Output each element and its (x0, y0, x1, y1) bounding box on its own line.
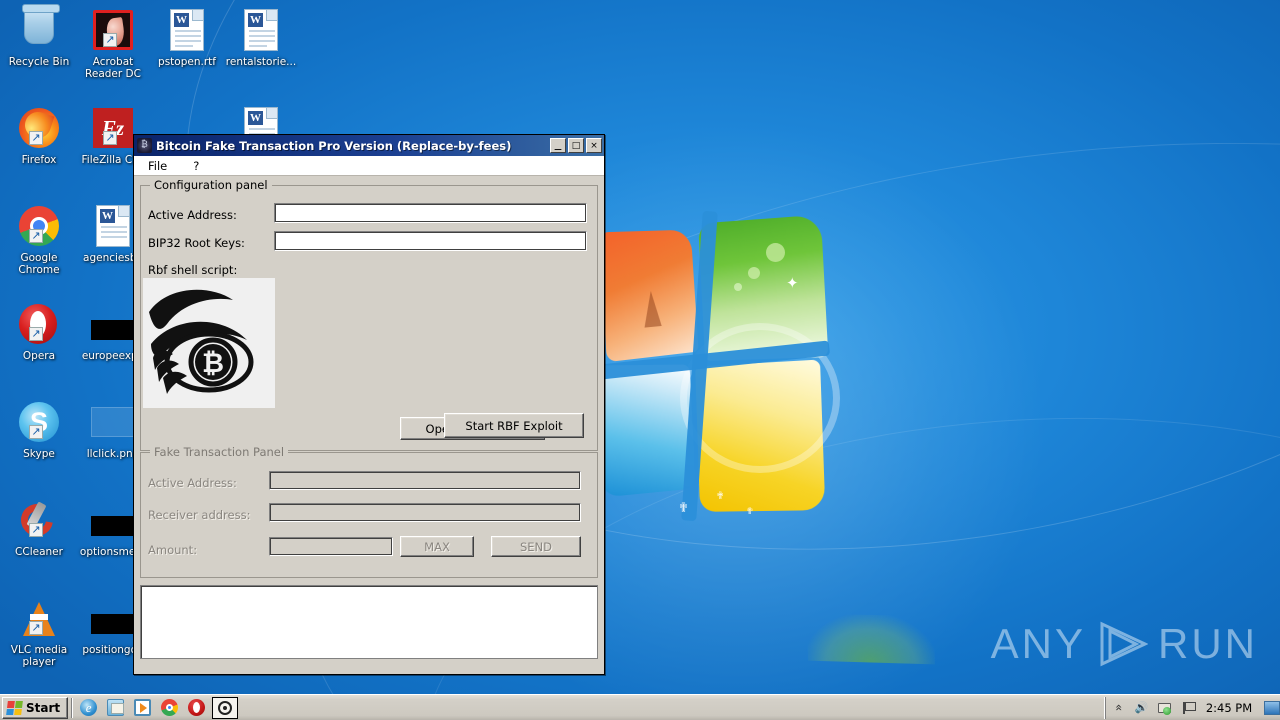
volume-icon[interactable] (1134, 700, 1149, 715)
shortcut-arrow-icon: ↗ (29, 131, 43, 145)
windows-explorer-icon[interactable] (107, 699, 125, 716)
desktop-icon-acrobat-reader-dc[interactable]: ↗ Acrobat Reader DC (76, 6, 150, 80)
shortcut-arrow-icon: ↗ (29, 621, 43, 635)
windows-logo-wallpaper: ✦ ✟ ✟ ✟ (589, 210, 936, 665)
window-titlebar[interactable]: Bitcoin Fake Transaction Pro Version (Re… (134, 135, 604, 156)
vlc-icon: ↗ (2, 594, 76, 642)
menu-item-help[interactable]: ? (193, 159, 199, 173)
menu-item-file[interactable]: File (148, 159, 167, 173)
config-bip32-input[interactable] (274, 231, 587, 251)
quick-launch-bar (76, 699, 206, 716)
start-rbf-exploit-button[interactable]: Start RBF Exploit (444, 413, 584, 438)
bitcoin-fake-transaction-window[interactable]: Bitcoin Fake Transaction Pro Version (Re… (133, 134, 605, 675)
google-chrome-icon[interactable] (161, 699, 179, 716)
desktop-icon-pstopen-rtf[interactable]: W pstopen.rtf (150, 6, 224, 68)
desktop-icon-label: Opera (22, 350, 56, 362)
desktop-icon-label: pstopen.rtf (158, 56, 216, 68)
system-tray: 2:45 PM (1105, 696, 1260, 719)
desktop-icon-label: Recycle Bin (8, 56, 70, 68)
rbf-shell-script-label: Rbf shell script: (148, 263, 238, 277)
config-active-address-label: Active Address: (148, 208, 237, 222)
desktop-icon-recycle-bin[interactable]: Recycle Bin (2, 4, 76, 68)
word-document-icon: W (224, 6, 298, 54)
send-button[interactable]: SEND (491, 536, 581, 557)
bitcoin-eye-logo: ₿ (143, 278, 275, 408)
maximize-glyph: □ (571, 141, 581, 151)
taskbar-task-bitcoin-fake-transaction[interactable] (212, 696, 239, 719)
fake-active-address-input[interactable] (269, 471, 581, 490)
shortcut-arrow-icon: ↗ (29, 229, 43, 243)
fake-active-address-label: Active Address: (148, 476, 237, 490)
configuration-panel-group: Configuration panel Active Address: BIP3… (140, 178, 598, 451)
desktop-icon-ccleaner[interactable]: ↗ CCleaner (2, 496, 76, 558)
taskbar-separator (71, 697, 74, 718)
minimize-button[interactable]: _ (550, 136, 566, 153)
shortcut-arrow-icon: ↗ (103, 131, 117, 145)
configuration-panel-title: Configuration panel (150, 178, 272, 192)
fake-amount-input[interactable] (269, 537, 393, 556)
desktop-icon-label: Acrobat Reader DC (85, 56, 141, 80)
show-desktop-button[interactable] (1264, 700, 1280, 715)
skype-icon: ↗ (2, 398, 76, 446)
fake-receiver-address-input[interactable] (269, 503, 581, 522)
svg-text:₿: ₿ (202, 348, 224, 379)
desktop-icon-google-chrome[interactable]: ↗ Google Chrome (2, 202, 76, 276)
word-document-icon: W (150, 6, 224, 54)
bitcoin-eye-icon (218, 700, 233, 715)
desktop-icon-rentalstorie[interactable]: W rentalstorie... (224, 6, 298, 68)
config-bip32-label: BIP32 Root Keys: (148, 236, 245, 250)
show-hidden-icons-icon[interactable] (1111, 700, 1126, 715)
bitcoin-eye-icon (137, 138, 152, 153)
firefox-icon: ↗ (2, 104, 76, 152)
start-button[interactable]: Start (2, 696, 69, 719)
desktop-icon-skype[interactable]: ↗ Skype (2, 398, 76, 460)
fake-receiver-address-label: Receiver address: (148, 508, 251, 522)
shortcut-arrow-icon: ↗ (29, 327, 43, 341)
recycle-bin-icon (2, 4, 76, 54)
window-title: Bitcoin Fake Transaction Pro Version (Re… (156, 138, 512, 153)
desktop-icon-opera[interactable]: ↗ Opera (2, 300, 76, 362)
shortcut-arrow-icon: ↗ (29, 425, 43, 439)
desktop-icon-label: Google Chrome (18, 252, 60, 276)
taskbar[interactable]: Start 2:45 PM (0, 694, 1280, 720)
window-controls: _ □ × (550, 136, 602, 153)
google-chrome-icon: ↗ (2, 202, 76, 250)
desktop-icon-label: Firefox (21, 154, 57, 166)
opera-icon: ↗ (2, 300, 76, 348)
desktop-icon-label: rentalstorie... (225, 56, 297, 68)
network-icon[interactable] (1157, 700, 1172, 715)
windows-flag-icon (6, 700, 23, 715)
desktop-icon-firefox[interactable]: ↗ Firefox (2, 104, 76, 166)
desktop-icon-label: VLC media player (10, 644, 68, 668)
max-button[interactable]: MAX (400, 536, 474, 557)
shortcut-arrow-icon: ↗ (103, 33, 117, 47)
minimize-glyph: _ (554, 136, 562, 151)
fake-transaction-panel-title: Fake Transaction Panel (150, 445, 289, 459)
desktop-icon-vlc-media-player[interactable]: ↗ VLC media player (2, 594, 76, 668)
start-button-label: Start (26, 700, 61, 715)
acrobat-reader-icon: ↗ (76, 6, 150, 54)
desktop-icon-label: CCleaner (15, 546, 63, 558)
close-button[interactable]: × (586, 138, 602, 153)
shortcut-arrow-icon: ↗ (29, 523, 43, 537)
maximize-button[interactable]: □ (568, 138, 584, 153)
log-output-area[interactable] (140, 585, 598, 659)
log-output-text (141, 586, 597, 592)
action-center-flag-icon[interactable] (1180, 700, 1196, 715)
fake-amount-label: Amount: (148, 543, 198, 557)
window-menubar[interactable]: File ? (134, 156, 604, 176)
taskbar-clock[interactable]: 2:45 PM (1203, 701, 1255, 715)
internet-explorer-icon[interactable] (80, 699, 98, 716)
windows-media-player-icon[interactable] (134, 699, 152, 716)
config-active-address-input[interactable] (274, 203, 587, 223)
desktop-icon-label: Skype (23, 448, 55, 460)
fake-transaction-panel-group: Fake Transaction Panel Active Address: R… (140, 445, 598, 578)
ccleaner-icon: ↗ (2, 496, 76, 544)
opera-icon[interactable] (188, 699, 206, 716)
close-glyph: × (590, 141, 598, 151)
